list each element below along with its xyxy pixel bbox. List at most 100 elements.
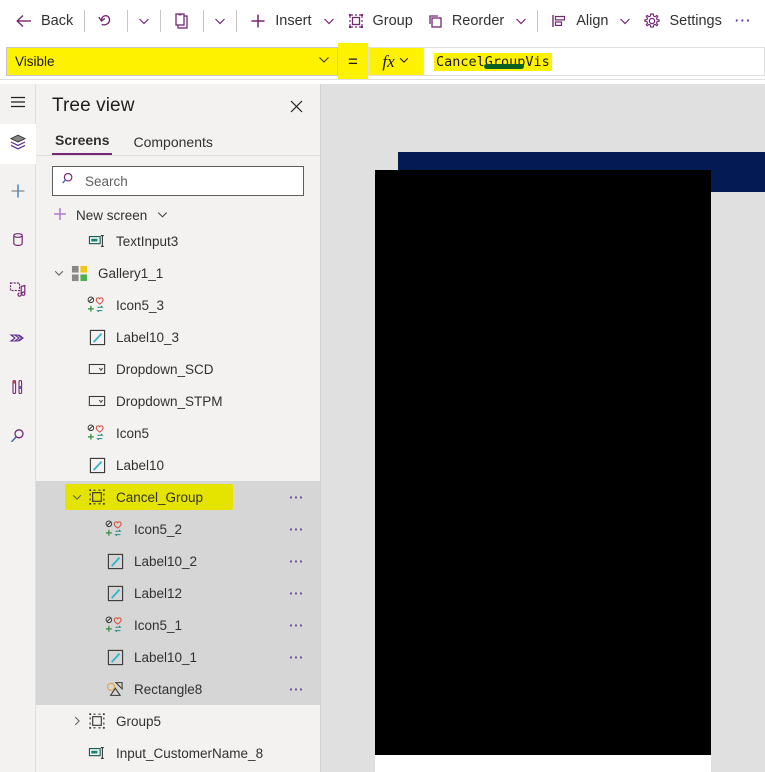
align-label: Align	[576, 13, 609, 29]
icon-control-icon	[104, 616, 126, 634]
toolbar-divider	[84, 10, 86, 32]
chevron-down-icon[interactable]	[68, 491, 86, 503]
align-button[interactable]: Align	[543, 5, 614, 37]
tree-item-more-options-button[interactable]: ⋯	[289, 520, 306, 538]
property-selector-value: Visible	[15, 54, 55, 69]
tree-item-label10_1[interactable]: Label10_1 ⋯	[36, 641, 320, 673]
media-icon	[8, 279, 28, 304]
tree-item-more-options-button[interactable]: ⋯	[289, 616, 306, 634]
settings-button[interactable]: Settings	[636, 5, 727, 37]
search-placeholder: Search	[85, 173, 128, 189]
formula-bar: Visible = fx CancelGroupVis	[0, 43, 765, 80]
rail-item-data[interactable]	[0, 222, 36, 262]
insert-button[interactable]: Insert	[242, 5, 317, 37]
hamburger-menu-icon	[9, 93, 27, 116]
tree-item-label: Label10_2	[134, 553, 198, 569]
icon-control-icon	[104, 520, 126, 538]
tree-item-group5[interactable]: Group5	[36, 705, 320, 737]
tree-item-icon5_2[interactable]: Icon5_2 ⋯	[36, 513, 320, 545]
tree-item-label10_2[interactable]: Label10_2 ⋯	[36, 545, 320, 577]
tree-item-label: Icon5_3	[116, 297, 165, 313]
tree-item-label: Icon5	[116, 425, 150, 441]
tree-list[interactable]: TextInput3 Gallery1_1 Icon5_3 Label10_3 Drop…	[36, 225, 320, 772]
property-selector[interactable]: Visible	[6, 47, 338, 76]
back-button[interactable]: Back	[8, 5, 79, 37]
tree-item-more-options-button[interactable]: ⋯	[289, 488, 306, 506]
tree-item-more-options-button[interactable]: ⋯	[289, 552, 306, 570]
reorder-chevron-icon[interactable]	[510, 5, 532, 37]
align-chevron-icon[interactable]	[614, 5, 636, 37]
tree-item-icon5[interactable]: Icon5	[36, 417, 320, 449]
chevron-down-icon[interactable]	[50, 267, 68, 279]
tree-item-dropdown_stpm[interactable]: Dropdown_STPM	[36, 385, 320, 417]
tab-components[interactable]: Components	[130, 134, 215, 155]
tree-item-more-options-button[interactable]: ⋯	[289, 680, 306, 698]
label-icon	[104, 553, 126, 570]
tree-item-more-options-button[interactable]: ⋯	[289, 584, 306, 602]
more-options-button[interactable]: ⋯	[728, 6, 758, 36]
group-button[interactable]: Group	[340, 5, 419, 37]
tree-item-icon5_3[interactable]: Icon5_3	[36, 289, 320, 321]
undo-icon	[96, 11, 116, 31]
tree-item-label: Label10_3	[116, 329, 180, 345]
canvas-bottom-strip	[375, 755, 711, 772]
chevron-down-icon	[317, 52, 331, 71]
tree-item-label12[interactable]: Label12 ⋯	[36, 577, 320, 609]
undo-button[interactable]	[90, 5, 122, 37]
rail-item-search[interactable]	[0, 418, 36, 458]
insert-chevron-icon[interactable]	[318, 5, 340, 37]
tree-item-label: Dropdown_STPM	[116, 393, 223, 409]
tree-item-label: Rectangle8	[134, 681, 203, 697]
rail-item-power-automate[interactable]	[0, 320, 36, 360]
tree-item-icon5_1[interactable]: Icon5_1 ⋯	[36, 609, 320, 641]
dropdown-icon	[86, 394, 108, 408]
undo-chevron-icon[interactable]	[133, 5, 155, 37]
formula-bar-divider	[0, 79, 765, 80]
plus-icon	[248, 11, 268, 31]
group-icon	[346, 11, 366, 31]
tree-item-label: Group5	[116, 713, 162, 729]
rail-item-tree-view[interactable]	[0, 124, 36, 164]
tree-item-rectangle8[interactable]: Rectangle8 ⋯	[36, 673, 320, 705]
app-canvas[interactable]	[321, 84, 765, 772]
tree-item-textinput3[interactable]: TextInput3	[36, 225, 320, 257]
tree-item-label10[interactable]: Label10	[36, 449, 320, 481]
tree-item-cancel_group[interactable]: Cancel_Group ⋯	[36, 481, 320, 513]
chevron-right-icon[interactable]	[68, 715, 86, 727]
tree-item-input_customername_8[interactable]: Input_CustomerName_8	[36, 737, 320, 769]
rail-item-media[interactable]	[0, 271, 36, 311]
reorder-button[interactable]: Reorder	[419, 5, 510, 37]
tab-screens[interactable]: Screens	[52, 132, 113, 155]
rail-item-hamburger-menu[interactable]	[0, 84, 36, 124]
tree-item-label: Cancel_Group	[116, 489, 204, 505]
tree-item-gallery1_1[interactable]: Gallery1_1	[36, 257, 320, 289]
search-input[interactable]: Search	[52, 166, 304, 196]
dropdown-icon	[86, 362, 108, 376]
toolbar-divider	[127, 10, 129, 32]
tree-item-label: Icon5_2	[134, 521, 183, 537]
tree-item-label: Dropdown_SCD	[116, 361, 214, 377]
tree-view-title: Tree view	[52, 95, 135, 116]
paste-chevron-icon[interactable]	[209, 5, 231, 37]
icon-control-icon	[86, 296, 108, 314]
tree-item-label: TextInput3	[116, 233, 179, 249]
paste-button[interactable]	[166, 5, 198, 37]
formula-input[interactable]: CancelGroupVis	[424, 47, 765, 76]
toolbar-divider	[203, 10, 205, 32]
close-icon[interactable]	[282, 92, 310, 120]
power-apps-studio: Back Insert Group Reorder Align Settings…	[0, 0, 765, 772]
toolbar-divider	[160, 10, 162, 32]
tree-item-label: Input_CustomerName_8	[116, 745, 264, 761]
tree-item-label10_3[interactable]: Label10_3	[36, 321, 320, 353]
tree-item-more-options-button[interactable]: ⋯	[289, 648, 306, 666]
power-automate-icon	[8, 328, 28, 353]
tree-item-label: Icon5_1	[134, 617, 183, 633]
tree-view-panel: Tree view Screens Components Search New …	[36, 84, 321, 772]
fx-button[interactable]: fx	[368, 47, 424, 76]
rail-item-variables[interactable]	[0, 369, 36, 409]
tree-item-label: Label12	[134, 585, 183, 601]
rail-item-insert[interactable]	[0, 173, 36, 213]
tree-item-dropdown_scd[interactable]: Dropdown_SCD	[36, 353, 320, 385]
search-icon	[61, 171, 77, 192]
data-cylinder-icon	[8, 230, 28, 255]
